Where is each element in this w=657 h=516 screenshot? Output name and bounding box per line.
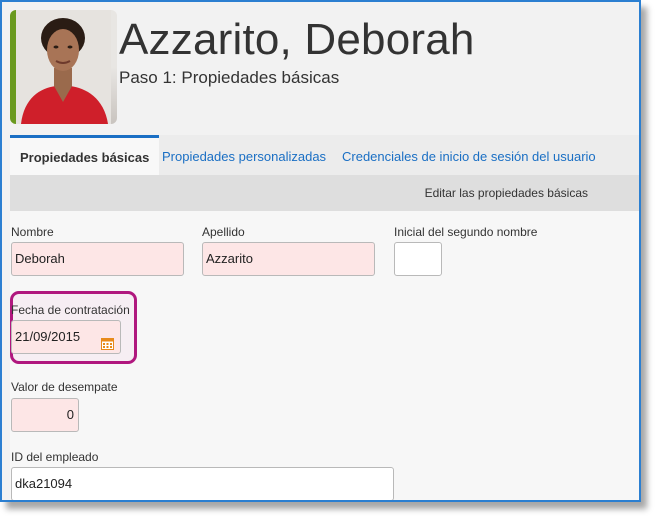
last-name-field[interactable]: Azzarito <box>202 242 375 276</box>
section-header-label: Editar las propiedades básicas <box>424 186 588 200</box>
tab-bar: Propiedades básicas Propiedades personal… <box>10 135 639 175</box>
calendar-icon[interactable] <box>101 330 114 362</box>
section-header: Editar las propiedades básicas <box>10 175 639 211</box>
middle-initial-field[interactable] <box>394 242 442 276</box>
employee-photo <box>10 10 117 124</box>
tab-basic-properties[interactable]: Propiedades básicas <box>10 135 160 175</box>
employee-id-field[interactable]: dka21094 <box>11 467 394 500</box>
first-name-label: Nombre <box>11 225 54 239</box>
hire-date-label: Fecha de contratación <box>11 303 130 317</box>
first-name-field[interactable]: Deborah <box>11 242 184 276</box>
hire-date-field[interactable]: 21/09/2015 <box>11 320 121 354</box>
form-area: Nombre Deborah Apellido Azzarito Inicial… <box>10 211 639 500</box>
employee-id-label: ID del empleado <box>11 450 99 464</box>
tab-login-credentials[interactable]: Credenciales de inicio de sesión del usu… <box>342 135 596 175</box>
tab-custom-properties[interactable]: Propiedades personalizadas <box>162 135 326 175</box>
page-subtitle: Paso 1: Propiedades básicas <box>119 68 340 87</box>
tiebreak-label: Valor de desempate <box>11 380 118 394</box>
hire-date-value: 21/09/2015 <box>15 329 81 344</box>
page-title: Azzarito, Deborah <box>119 15 475 64</box>
tiebreak-field[interactable]: 0 <box>11 398 79 432</box>
middle-initial-label: Inicial del segundo nombre <box>394 225 538 239</box>
last-name-label: Apellido <box>202 225 245 239</box>
employee-panel: Azzarito, Deborah Paso 1: Propiedades bá… <box>0 0 641 502</box>
